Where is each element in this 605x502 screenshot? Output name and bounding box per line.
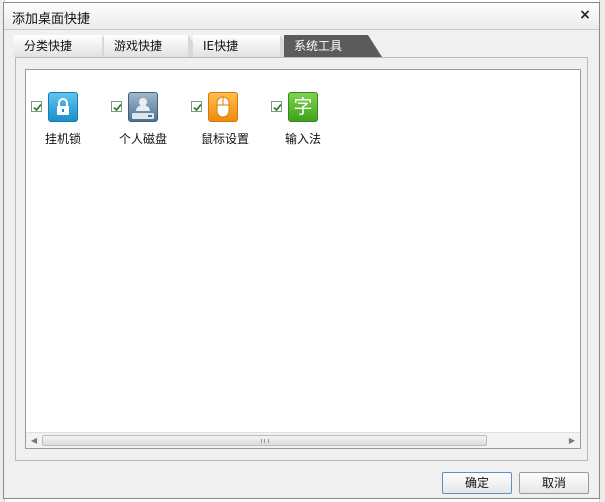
checkbox-lock[interactable] <box>31 101 42 112</box>
lock-icon <box>48 92 78 122</box>
shortcut-list: 挂机锁 个人磁盘 鼠标设置 字 输入法 ◀ ▶ <box>25 69 581 449</box>
shortcut-item-disk[interactable]: 个人磁盘 <box>111 92 191 152</box>
close-button[interactable]: × <box>577 7 593 23</box>
tab-label: 系统工具 <box>294 39 343 53</box>
shortcut-item-lock[interactable]: 挂机锁 <box>31 92 111 152</box>
disk-icon <box>128 92 158 122</box>
horizontal-scrollbar[interactable]: ◀ ▶ <box>26 432 580 448</box>
scrollbar-thumb[interactable] <box>42 435 487 446</box>
title-bar: 添加桌面快捷 × <box>4 3 599 30</box>
scroll-left-arrow-icon[interactable]: ◀ <box>26 433 42 448</box>
tab-panel: 挂机锁 个人磁盘 鼠标设置 字 输入法 ◀ ▶ <box>15 57 588 461</box>
checkbox-disk[interactable] <box>111 101 122 112</box>
cancel-button[interactable]: 取消 <box>519 472 589 494</box>
shortcut-label: 输入法 <box>285 132 322 146</box>
dialog-title: 添加桌面快捷 <box>12 12 91 27</box>
shortcut-label: 挂机锁 <box>45 132 82 146</box>
shortcut-item-mouse[interactable]: 鼠标设置 <box>191 92 271 152</box>
tab-category-shortcuts[interactable]: 分类快捷 <box>14 35 116 57</box>
checkbox-mouse[interactable] <box>191 101 202 112</box>
tab-system-tools[interactable]: 系统工具 <box>284 35 382 57</box>
shortcut-label: 个人磁盘 <box>119 132 168 146</box>
tab-ie-shortcuts[interactable]: IE快捷 <box>193 35 294 57</box>
tab-label: IE快捷 <box>203 39 239 53</box>
shortcut-item-ime[interactable]: 字 输入法 <box>271 92 351 152</box>
ime-icon: 字 <box>288 92 318 122</box>
mouse-icon <box>208 92 238 122</box>
scroll-right-arrow-icon[interactable]: ▶ <box>564 433 580 448</box>
checkbox-ime[interactable] <box>271 101 282 112</box>
add-desktop-shortcut-dialog: 添加桌面快捷 × 分类快捷 游戏快捷 IE快捷 系统工具 挂机锁 个人磁盘 鼠标… <box>3 2 600 499</box>
shortcut-label: 鼠标设置 <box>201 132 250 146</box>
ok-button[interactable]: 确定 <box>442 472 512 494</box>
tab-label: 游戏快捷 <box>114 39 163 53</box>
tab-label: 分类快捷 <box>24 39 73 53</box>
tab-game-shortcuts[interactable]: 游戏快捷 <box>104 35 202 57</box>
